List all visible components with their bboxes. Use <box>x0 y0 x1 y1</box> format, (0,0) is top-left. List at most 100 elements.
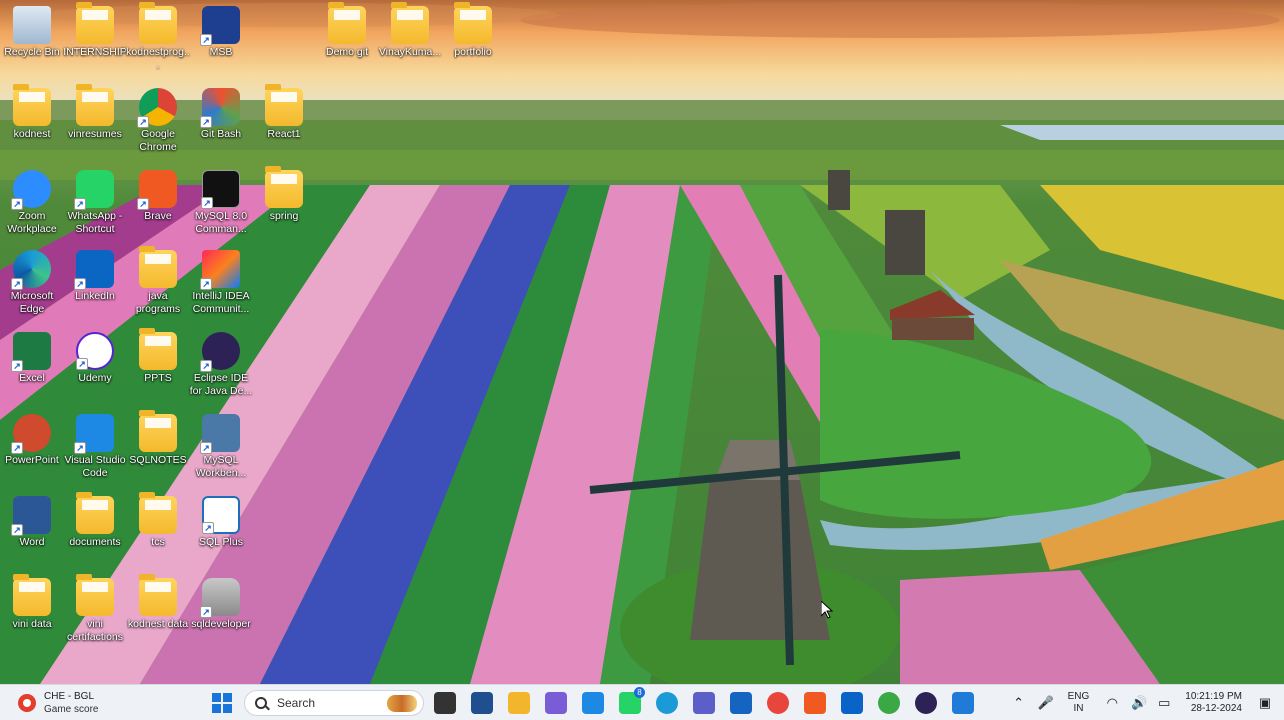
folder-paper <box>397 10 423 20</box>
search-placeholder: Search <box>277 696 316 710</box>
shortcut-arrow-icon: ↗ <box>11 442 23 454</box>
shortcut-arrow-icon: ↗ <box>200 606 212 618</box>
desktop-icon[interactable]: ↗ MySQL Workben... <box>189 414 253 480</box>
desktop-icon[interactable]: vinresumes <box>63 84 127 141</box>
desktop-icon[interactable]: SQLNOTES <box>126 410 190 467</box>
desktop-icon-label: Eclipse IDE for Java De... <box>189 372 253 397</box>
desktop-icon[interactable]: kodnestprog... <box>126 2 190 72</box>
udemy-icon: ↗ <box>76 332 114 370</box>
taskbar-snipping-tool-icon[interactable] <box>952 692 974 714</box>
desktop-icon[interactable]: ↗ LinkedIn <box>63 250 127 303</box>
weather-widget[interactable]: CHE - BGL Game score <box>0 685 200 720</box>
desktop-icon[interactable]: ↗ IntelliJ IDEA Communit... <box>189 250 253 316</box>
microphone-icon[interactable]: 🎤 <box>1038 696 1054 710</box>
folder-paper <box>145 10 171 20</box>
battery-icon[interactable]: ▭ <box>1157 696 1171 710</box>
desktop-icon[interactable]: ↗ PowerPoint <box>0 414 64 467</box>
desktop-icon[interactable]: ↗ Eclipse IDE for Java De... <box>189 332 253 398</box>
folder-paper <box>460 10 486 20</box>
desktop-icon[interactable]: ↗ MSB <box>189 6 253 59</box>
desktop-icon[interactable]: Recycle Bin <box>0 6 64 59</box>
desktop-icon[interactable]: ↗ Google Chrome <box>126 88 190 154</box>
shortcut-arrow-icon: ↗ <box>201 197 213 209</box>
language-code: ENG <box>1067 691 1090 702</box>
language-indicator[interactable]: ENG IN <box>1068 691 1090 715</box>
desktop-icon[interactable]: ↗ Excel <box>0 332 64 385</box>
desktop-icon[interactable]: ↗ WhatsApp - Shortcut <box>63 170 127 236</box>
taskbar-brave-icon[interactable] <box>804 692 826 714</box>
folder-paper <box>145 254 171 264</box>
taskbar: CHE - BGL Game score Search 8 ⌃ 🎤 ENG IN… <box>0 684 1284 720</box>
folder-icon <box>265 166 303 208</box>
taskbar-outlook-icon[interactable] <box>841 692 863 714</box>
taskbar-file-explorer-icon[interactable] <box>508 692 530 714</box>
zoom-icon: ↗ <box>11 170 51 210</box>
shortcut-arrow-icon: ↗ <box>200 442 212 454</box>
desktop-icon-label: java programs <box>135 290 181 315</box>
desktop-icon[interactable]: portfolio <box>441 2 505 59</box>
shortcut-arrow-icon: ↗ <box>200 34 212 46</box>
eclipse-icon: ↗ <box>200 332 240 372</box>
edge-icon: ↗ <box>11 250 51 290</box>
folder-icon <box>391 2 429 44</box>
taskbar-eclipse-icon[interactable] <box>915 692 937 714</box>
desktop-icon[interactable]: ↗ Brave <box>126 170 190 223</box>
desktop-icon-label: Zoom Workplace <box>7 210 57 235</box>
folder-paper <box>82 500 108 510</box>
taskbar-teams-icon[interactable] <box>693 692 715 714</box>
desktop-icon-label: INTERNSHIP <box>63 46 127 58</box>
search-highlight-icon <box>387 695 417 712</box>
desktop-icon[interactable]: tcs <box>126 492 190 549</box>
notification-bell-icon[interactable]: ▣ <box>1258 696 1272 710</box>
desktop-icon[interactable]: VinayKuma... <box>378 2 442 59</box>
folder-icon <box>139 246 177 288</box>
wifi-icon[interactable]: ◠ <box>1105 696 1119 710</box>
desktop-icon[interactable]: spring <box>252 166 316 223</box>
taskbar-vscode-icon[interactable] <box>582 692 604 714</box>
desktop-icon[interactable]: ↗ Word <box>0 496 64 549</box>
start-button[interactable] <box>212 693 232 713</box>
chevron-up-icon[interactable]: ⌃ <box>1012 696 1026 710</box>
desktop-icon[interactable]: kodnest <box>0 84 64 141</box>
volume-icon[interactable]: 🔊 <box>1131 696 1147 710</box>
taskbar-file-explorer-dark-icon[interactable] <box>434 692 456 714</box>
desktop-icon[interactable]: ↗ Zoom Workplace <box>0 170 64 236</box>
desktop-icon[interactable]: ↗ Udemy <box>63 332 127 385</box>
desktop-icon[interactable]: ↗ MySQL 8.0 Comman... <box>189 170 253 236</box>
desktop-icon[interactable]: ↗ Microsoft Edge <box>0 250 64 316</box>
desktop-icon-label: documents <box>69 536 121 548</box>
desktop-icon[interactable]: PPTS <box>126 328 190 385</box>
taskbar-edge-icon[interactable] <box>656 692 678 714</box>
desktop-icon-label: PPTS <box>144 372 172 384</box>
desktop-icon[interactable]: documents <box>63 492 127 549</box>
folder-paper <box>271 92 297 102</box>
shortcut-arrow-icon: ↗ <box>202 522 214 534</box>
taskbar-chrome-icon[interactable] <box>767 692 789 714</box>
shortcut-arrow-icon: ↗ <box>137 198 149 210</box>
desktop-icon[interactable]: INTERNSHIP <box>63 2 127 59</box>
taskbar-search[interactable]: Search <box>244 690 424 716</box>
taskbar-green-app-icon[interactable] <box>878 692 900 714</box>
desktop-icon[interactable]: React1 <box>252 84 316 141</box>
taskbar-store-icon[interactable] <box>730 692 752 714</box>
taskbar-blue-app-icon[interactable] <box>471 692 493 714</box>
desktop-icon[interactable]: Demo git <box>315 2 379 59</box>
desktop-icon[interactable]: java programs <box>126 246 190 316</box>
desktop-icon-label: SQLNOTES <box>129 454 187 466</box>
folder-paper <box>145 418 171 428</box>
desktop-icon[interactable]: ↗ sqldeveloper <box>189 578 253 631</box>
desktop-icon-label: VinayKuma... <box>378 46 442 58</box>
desktop-icon-label: kodnestprog... <box>126 46 190 71</box>
taskbar-whatsapp-icon[interactable]: 8 <box>619 687 645 714</box>
desktop-icon[interactable]: ↗ SQL Plus <box>189 496 253 549</box>
taskbar-copilot-icon[interactable] <box>545 692 567 714</box>
folder-paper <box>82 92 108 102</box>
desktop-icon-label: Git Bash <box>200 128 242 140</box>
desktop-icon[interactable]: ↗ Git Bash <box>189 88 253 141</box>
shortcut-arrow-icon: ↗ <box>74 278 86 290</box>
desktop-icon[interactable]: vini data <box>0 574 64 631</box>
desktop-icon[interactable]: ↗ Visual Studio Code <box>63 414 127 480</box>
desktop-icon[interactable]: vini certifactions <box>63 574 127 644</box>
desktop-icon[interactable]: kodnest data <box>126 574 190 631</box>
clock[interactable]: 10:21:19 PM 28-12-2024 <box>1185 691 1242 715</box>
